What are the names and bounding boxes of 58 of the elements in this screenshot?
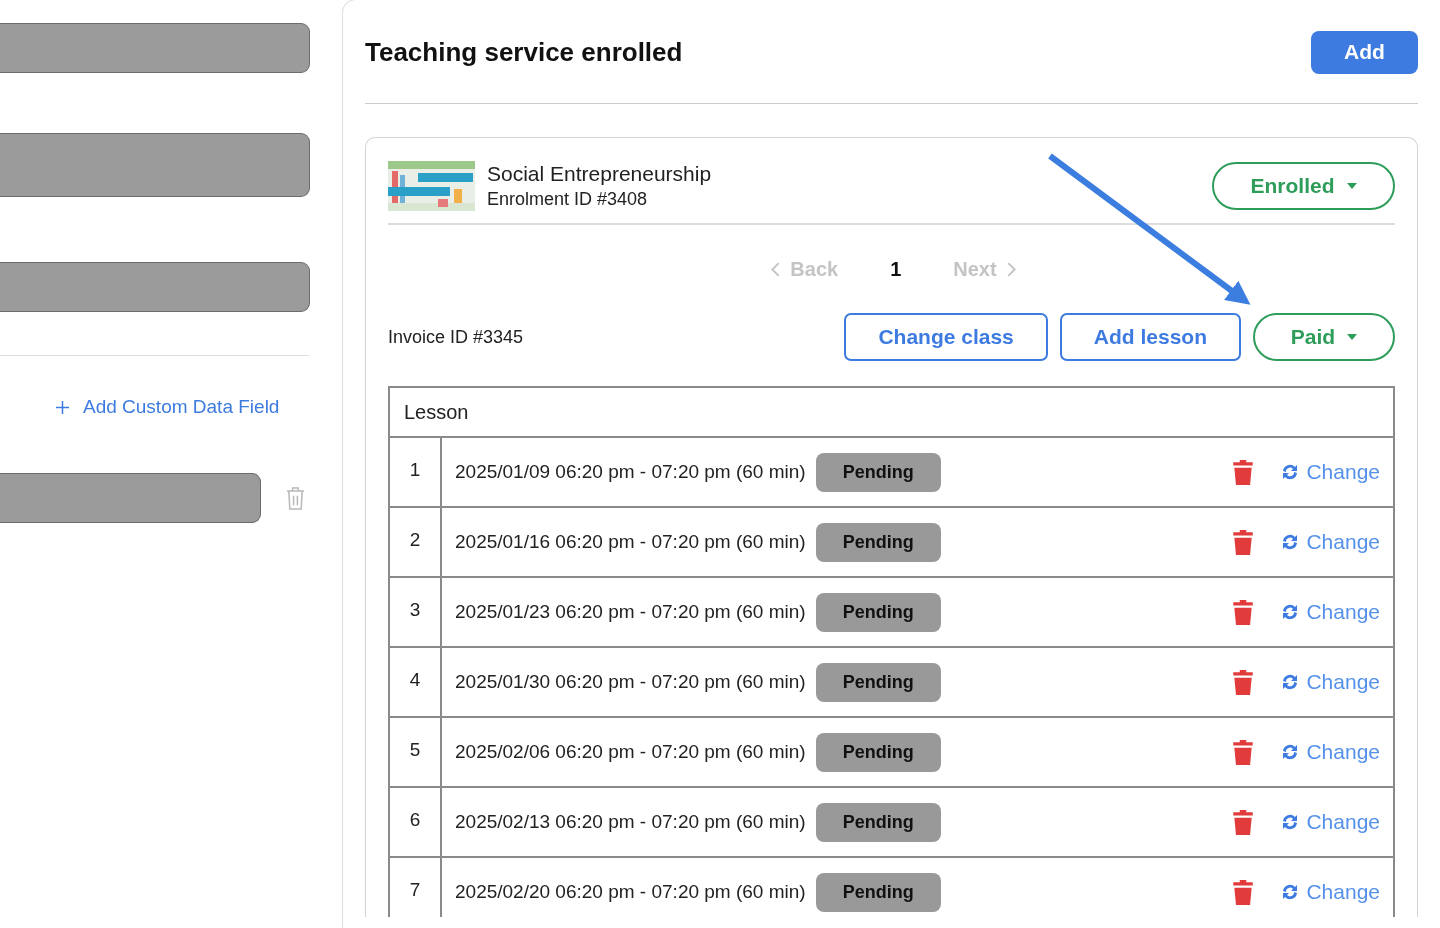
chevron-left-icon xyxy=(771,261,781,277)
status-badge: Pending xyxy=(815,452,941,492)
input-field[interactable] xyxy=(0,23,310,73)
table-cell: 2 xyxy=(389,507,441,577)
page-number: 1 xyxy=(890,257,902,281)
lesson-time: 2025/01/16 06:20 pm - 07:20 pm (60 min) xyxy=(455,531,806,553)
status-badge: Pending xyxy=(815,592,941,632)
input-field[interactable] xyxy=(0,262,310,312)
lesson-time: 2025/01/23 06:20 pm - 07:20 pm (60 min) xyxy=(455,601,806,623)
status-dropdown[interactable]: Enrolled xyxy=(1212,161,1395,210)
trash-icon[interactable] xyxy=(1232,599,1255,625)
trash-icon[interactable] xyxy=(1232,879,1255,905)
table-cell: 5 xyxy=(389,717,441,787)
change-link[interactable]: Change xyxy=(1280,740,1380,764)
change-link[interactable]: Change xyxy=(1280,530,1380,554)
change-link[interactable]: Change xyxy=(1280,670,1380,694)
trash-icon[interactable] xyxy=(1232,669,1255,695)
plus-icon xyxy=(56,400,69,414)
table-cell: 1 xyxy=(389,437,441,507)
lesson-time: 2025/02/20 06:20 pm - 07:20 pm (60 min) xyxy=(455,881,806,903)
change-link[interactable]: Change xyxy=(1280,600,1380,624)
lesson-time: 2025/02/06 06:20 pm - 07:20 pm (60 min) xyxy=(455,741,806,763)
table-cell: 3 xyxy=(389,577,441,647)
add-custom-field-link[interactable]: Add Custom Data Field xyxy=(56,396,342,418)
section-title: Teaching service enrolled xyxy=(365,36,683,68)
invoice-id: Invoice ID #3345 xyxy=(388,326,524,348)
course-name: Social Entrepreneurship xyxy=(487,161,713,187)
caret-icon xyxy=(1347,334,1358,340)
chevron-right-icon xyxy=(1006,261,1016,277)
table-cell: 7 xyxy=(389,857,441,917)
lesson-time: 2025/01/09 06:20 pm - 07:20 pm (60 min) xyxy=(455,461,806,483)
status-badge: Pending xyxy=(815,662,941,702)
change-link[interactable]: Change xyxy=(1280,880,1380,904)
status-badge: Pending xyxy=(815,802,941,842)
column-header: Lesson xyxy=(389,387,1394,437)
change-link[interactable]: Change xyxy=(1280,810,1380,834)
back-link: Back xyxy=(771,257,839,281)
trash-icon[interactable] xyxy=(1232,739,1255,765)
status-badge: Pending xyxy=(815,732,941,772)
input-field[interactable] xyxy=(0,133,310,197)
add-button[interactable]: Add xyxy=(1311,30,1418,74)
change-class-button[interactable]: Change class xyxy=(844,313,1048,361)
add-lesson-button[interactable]: Add lesson xyxy=(1059,313,1241,361)
table-cell: 4 xyxy=(389,647,441,717)
lesson-time: 2025/02/13 06:20 pm - 07:20 pm (60 min) xyxy=(455,811,806,833)
enrolment-id: Enrolment ID #3408 xyxy=(487,188,649,211)
trash-icon[interactable] xyxy=(1232,459,1255,485)
trash-icon[interactable] xyxy=(1232,529,1255,555)
change-link[interactable]: Change xyxy=(1280,460,1380,484)
payment-dropdown[interactable]: Paid xyxy=(1253,313,1395,361)
trash-icon[interactable] xyxy=(1232,809,1255,835)
table-cell: 6 xyxy=(389,787,441,857)
status-badge: Pending xyxy=(815,872,941,912)
status-badge: Pending xyxy=(815,522,941,562)
lesson-time: 2025/01/30 06:20 pm - 07:20 pm (60 min) xyxy=(455,671,806,693)
input-field[interactable] xyxy=(0,473,261,523)
caret-icon xyxy=(1346,182,1357,189)
next-link: Next xyxy=(953,257,1016,281)
